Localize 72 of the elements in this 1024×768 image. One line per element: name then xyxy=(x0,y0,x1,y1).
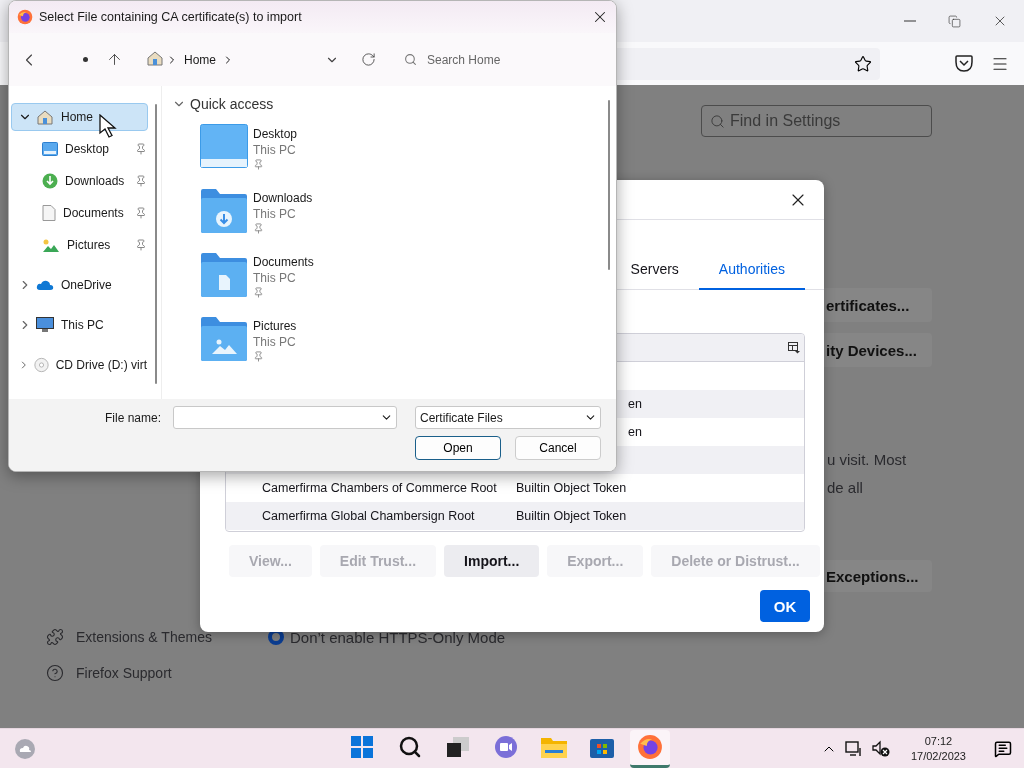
search-icon xyxy=(398,735,422,759)
windows-logo-icon xyxy=(351,736,373,758)
group-header[interactable]: Quick access xyxy=(172,96,616,112)
table-cell-text: en xyxy=(627,425,643,439)
document-icon xyxy=(42,205,56,221)
dialog-button[interactable]: Cancel xyxy=(515,436,601,460)
clock[interactable]: 07:12 17/02/2023 xyxy=(910,733,966,764)
puzzle-icon xyxy=(46,628,64,646)
dialog-button[interactable]: Open xyxy=(415,436,501,460)
radio-label: Don’t enable HTTPS-Only Mode xyxy=(290,628,506,646)
dot-icon[interactable] xyxy=(83,57,88,62)
firefox-logo-icon xyxy=(17,9,33,25)
sidebar-item[interactable]: Home xyxy=(11,103,148,131)
folder-icon xyxy=(200,316,248,362)
sidebar-item[interactable]: OneDrive xyxy=(11,271,148,299)
search-icon xyxy=(710,114,725,129)
sidebar-item[interactable]: Desktop xyxy=(11,135,148,163)
notification-icon[interactable] xyxy=(994,739,1012,758)
refresh-icon xyxy=(360,52,376,67)
folder-icon xyxy=(541,736,567,758)
settings-text: de all xyxy=(827,478,864,498)
folder-icon xyxy=(200,188,248,234)
sidebar-item[interactable]: Documents xyxy=(11,199,148,227)
desktop-icon xyxy=(200,124,248,168)
search-icon xyxy=(404,52,417,66)
picture-icon xyxy=(42,237,60,253)
settings-text: u visit. Most xyxy=(827,450,908,470)
nav-item[interactable]: Firefox Support xyxy=(46,664,268,682)
muted-speaker-icon[interactable] xyxy=(870,739,891,758)
house-icon xyxy=(36,108,54,126)
folder-item[interactable]: Desktop This PC xyxy=(200,124,616,176)
task-view-icon xyxy=(447,737,469,757)
table-cell-text: Camerfirma Chambers of Commerce Root xyxy=(262,481,498,495)
star-icon[interactable] xyxy=(854,54,872,73)
firefox-logo-icon xyxy=(637,734,663,760)
table-cell-text: en xyxy=(627,397,643,411)
nav-item[interactable]: Extensions & Themes xyxy=(46,628,268,646)
table-cell-text: Camerfirma Global Chambersign Root xyxy=(262,509,476,523)
column-picker-icon[interactable] xyxy=(788,341,800,354)
folder-item[interactable]: Documents This PC xyxy=(200,252,616,304)
sidebar-item[interactable]: This PC xyxy=(11,311,148,339)
minimize-icon xyxy=(903,20,916,22)
folder-icon xyxy=(200,252,248,298)
folder-item[interactable]: Downloads This PC xyxy=(200,188,616,240)
pocket-icon xyxy=(955,55,973,72)
dialog-button[interactable]: Import... xyxy=(444,545,540,577)
search-field[interactable]: Find in Settings xyxy=(701,105,932,137)
network-icon[interactable] xyxy=(844,739,863,758)
window-title: Select File containing CA certificate(s) to import xyxy=(39,10,303,24)
computer-icon xyxy=(36,317,54,333)
tab[interactable]: Authorities xyxy=(698,250,805,290)
disc-icon xyxy=(33,356,49,374)
table-cell-text: Builtin Object Token xyxy=(516,509,628,523)
mouse-pointer-icon xyxy=(99,114,117,138)
restore-icon xyxy=(948,14,961,28)
file-name-field[interactable] xyxy=(173,406,397,429)
file-name-label: File name: xyxy=(104,410,161,425)
download-icon xyxy=(42,173,58,189)
sidebar-item[interactable]: Downloads xyxy=(11,167,148,195)
ok-button[interactable]: OK xyxy=(760,590,810,622)
breadcrumb-item[interactable]: Home xyxy=(184,52,216,67)
cloud-icon xyxy=(36,279,54,291)
sidebar-item[interactable]: Pictures xyxy=(11,231,148,259)
table-cell-text: Builtin Object Token xyxy=(516,481,628,495)
store-bag-icon xyxy=(590,736,614,758)
video-chat-icon xyxy=(494,735,518,759)
folder-item[interactable]: Pictures This PC xyxy=(200,316,616,368)
house-icon xyxy=(146,49,164,67)
sidebar-item[interactable]: CD Drive (D:) virt xyxy=(11,351,148,379)
file-type-dropdown[interactable]: Certificate Files xyxy=(415,406,601,429)
help-icon xyxy=(46,664,64,682)
desktop-icon xyxy=(42,142,58,156)
